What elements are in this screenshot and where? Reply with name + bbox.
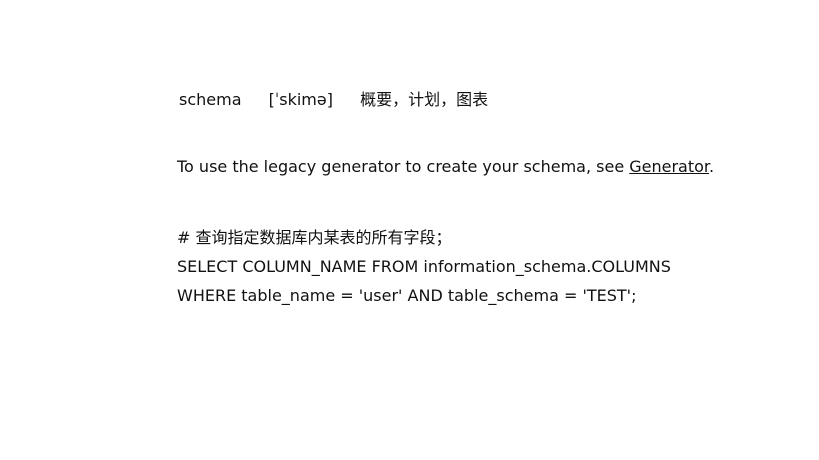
vocab-entry: schema [ˈskimə] 概要，计划，图表 — [179, 90, 488, 110]
generator-link[interactable]: Generator — [629, 157, 709, 176]
sql-select-line: SELECT COLUMN_NAME FROM information_sche… — [177, 257, 671, 276]
sql-comment: # 查询指定数据库内某表的所有字段； — [177, 228, 452, 247]
sql-where-line: WHERE table_name = 'user' AND table_sche… — [177, 286, 637, 305]
generator-sentence: To use the legacy generator to create yo… — [177, 157, 714, 177]
sentence-prefix: To use the legacy generator to create yo… — [177, 157, 630, 176]
sentence-suffix: . — [709, 157, 715, 176]
vocab-phonetic: [ˈskimə] — [268, 90, 333, 109]
vocab-meaning: 概要，计划，图表 — [360, 90, 489, 109]
vocab-word: schema — [179, 90, 242, 109]
